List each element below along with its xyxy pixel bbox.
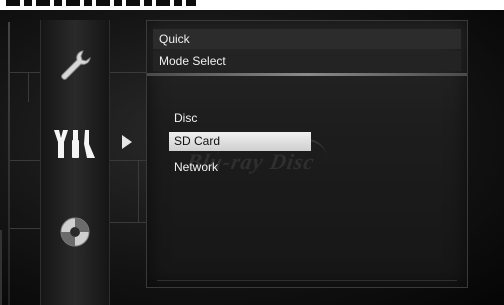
submenu-arrow-icon	[122, 135, 132, 149]
category-icon-column	[40, 20, 110, 305]
tools-icon-graphic	[54, 130, 95, 158]
menu-item-sd-card[interactable]: SD Card	[169, 132, 311, 151]
disc-icon-graphic	[60, 217, 90, 247]
tools-icon[interactable]	[41, 116, 109, 172]
menu-item-disc[interactable]: Disc	[169, 109, 311, 128]
divider-line	[10, 72, 40, 73]
panel-header: Quick Mode Select	[147, 21, 467, 71]
connector-line	[28, 72, 29, 102]
connector-line	[138, 160, 139, 222]
left-rail	[8, 22, 10, 305]
cut-off-heading-text	[6, 0, 196, 6]
wrench-icon-graphic	[61, 50, 91, 80]
settings-screen: Quick Mode Select Blu-ray Disc Disc SD C…	[0, 0, 504, 305]
header-title: Quick	[153, 29, 461, 49]
wrench-icon[interactable]	[41, 38, 109, 94]
panel-bottom-line	[157, 280, 457, 281]
top-heading-bar	[0, 0, 504, 10]
left-rail-lower	[0, 230, 2, 305]
divider-line	[108, 72, 146, 73]
settings-panel: Quick Mode Select Blu-ray Disc Disc SD C…	[146, 20, 468, 288]
panel-divider	[147, 73, 467, 76]
menu-item-network[interactable]: Network	[169, 158, 311, 177]
divider-line	[10, 160, 40, 161]
divider-line	[108, 222, 146, 223]
disc-icon[interactable]	[41, 204, 109, 260]
header-subtitle: Mode Select	[153, 51, 461, 71]
divider-line	[108, 160, 146, 161]
divider-line	[10, 228, 40, 229]
